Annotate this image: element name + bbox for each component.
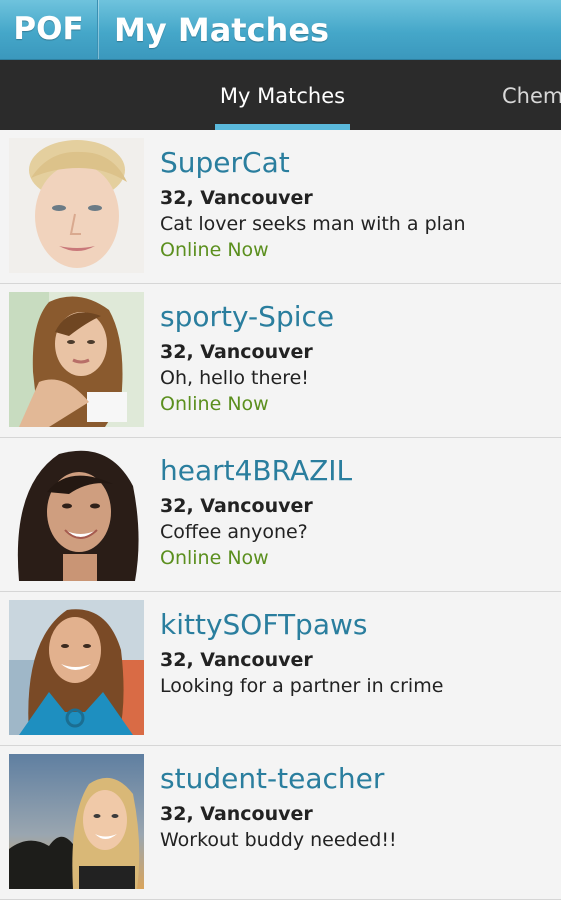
- online-status: Online Now: [160, 547, 269, 569]
- profile-photo[interactable]: [9, 600, 144, 735]
- action-bar-divider: [97, 0, 98, 59]
- tab-my-matches[interactable]: My Matches: [215, 60, 350, 130]
- list-item[interactable]: sporty-Spice 32, Vancouver Oh, hello the…: [0, 284, 561, 438]
- match-headline: Coffee anyone?: [160, 521, 308, 543]
- action-bar: POF My Matches: [0, 0, 561, 60]
- list-item[interactable]: kittySOFTpaws 32, Vancouver Looking for …: [0, 592, 561, 746]
- tab-chemistry[interactable]: Chemi: [502, 60, 561, 130]
- app-screen: POF My Matches My Matches Chemi: [0, 0, 561, 900]
- match-name: kittySOFTpaws: [160, 608, 368, 641]
- match-headline: Looking for a partner in crime: [160, 675, 444, 697]
- match-name: SuperCat: [160, 146, 290, 179]
- list-item[interactable]: student-teacher 32, Vancouver Workout bu…: [0, 746, 561, 900]
- page-title: My Matches: [114, 11, 330, 49]
- profile-photo[interactable]: [9, 754, 144, 889]
- match-age-location: 32, Vancouver: [160, 803, 313, 825]
- match-age-location: 32, Vancouver: [160, 495, 313, 517]
- online-status: Online Now: [160, 393, 269, 415]
- match-headline: Workout buddy needed!!: [160, 829, 397, 851]
- list-item[interactable]: heart4BRAZIL 32, Vancouver Coffee anyone…: [0, 438, 561, 592]
- match-age-location: 32, Vancouver: [160, 341, 313, 363]
- matches-list: SuperCat 32, Vancouver Cat lover seeks m…: [0, 130, 561, 900]
- match-name: student-teacher: [160, 762, 385, 795]
- list-item[interactable]: SuperCat 32, Vancouver Cat lover seeks m…: [0, 130, 561, 284]
- profile-photo[interactable]: [9, 446, 144, 581]
- match-age-location: 32, Vancouver: [160, 187, 313, 209]
- match-name: heart4BRAZIL: [160, 454, 353, 487]
- match-headline: Cat lover seeks man with a plan: [160, 213, 466, 235]
- match-headline: Oh, hello there!: [160, 367, 309, 389]
- profile-photo[interactable]: [9, 292, 144, 427]
- match-age-location: 32, Vancouver: [160, 649, 313, 671]
- pof-logo[interactable]: POF: [0, 0, 97, 59]
- online-status: Online Now: [160, 239, 269, 261]
- match-name: sporty-Spice: [160, 300, 335, 333]
- profile-photo[interactable]: [9, 138, 144, 273]
- tab-bar: My Matches Chemi: [0, 60, 561, 130]
